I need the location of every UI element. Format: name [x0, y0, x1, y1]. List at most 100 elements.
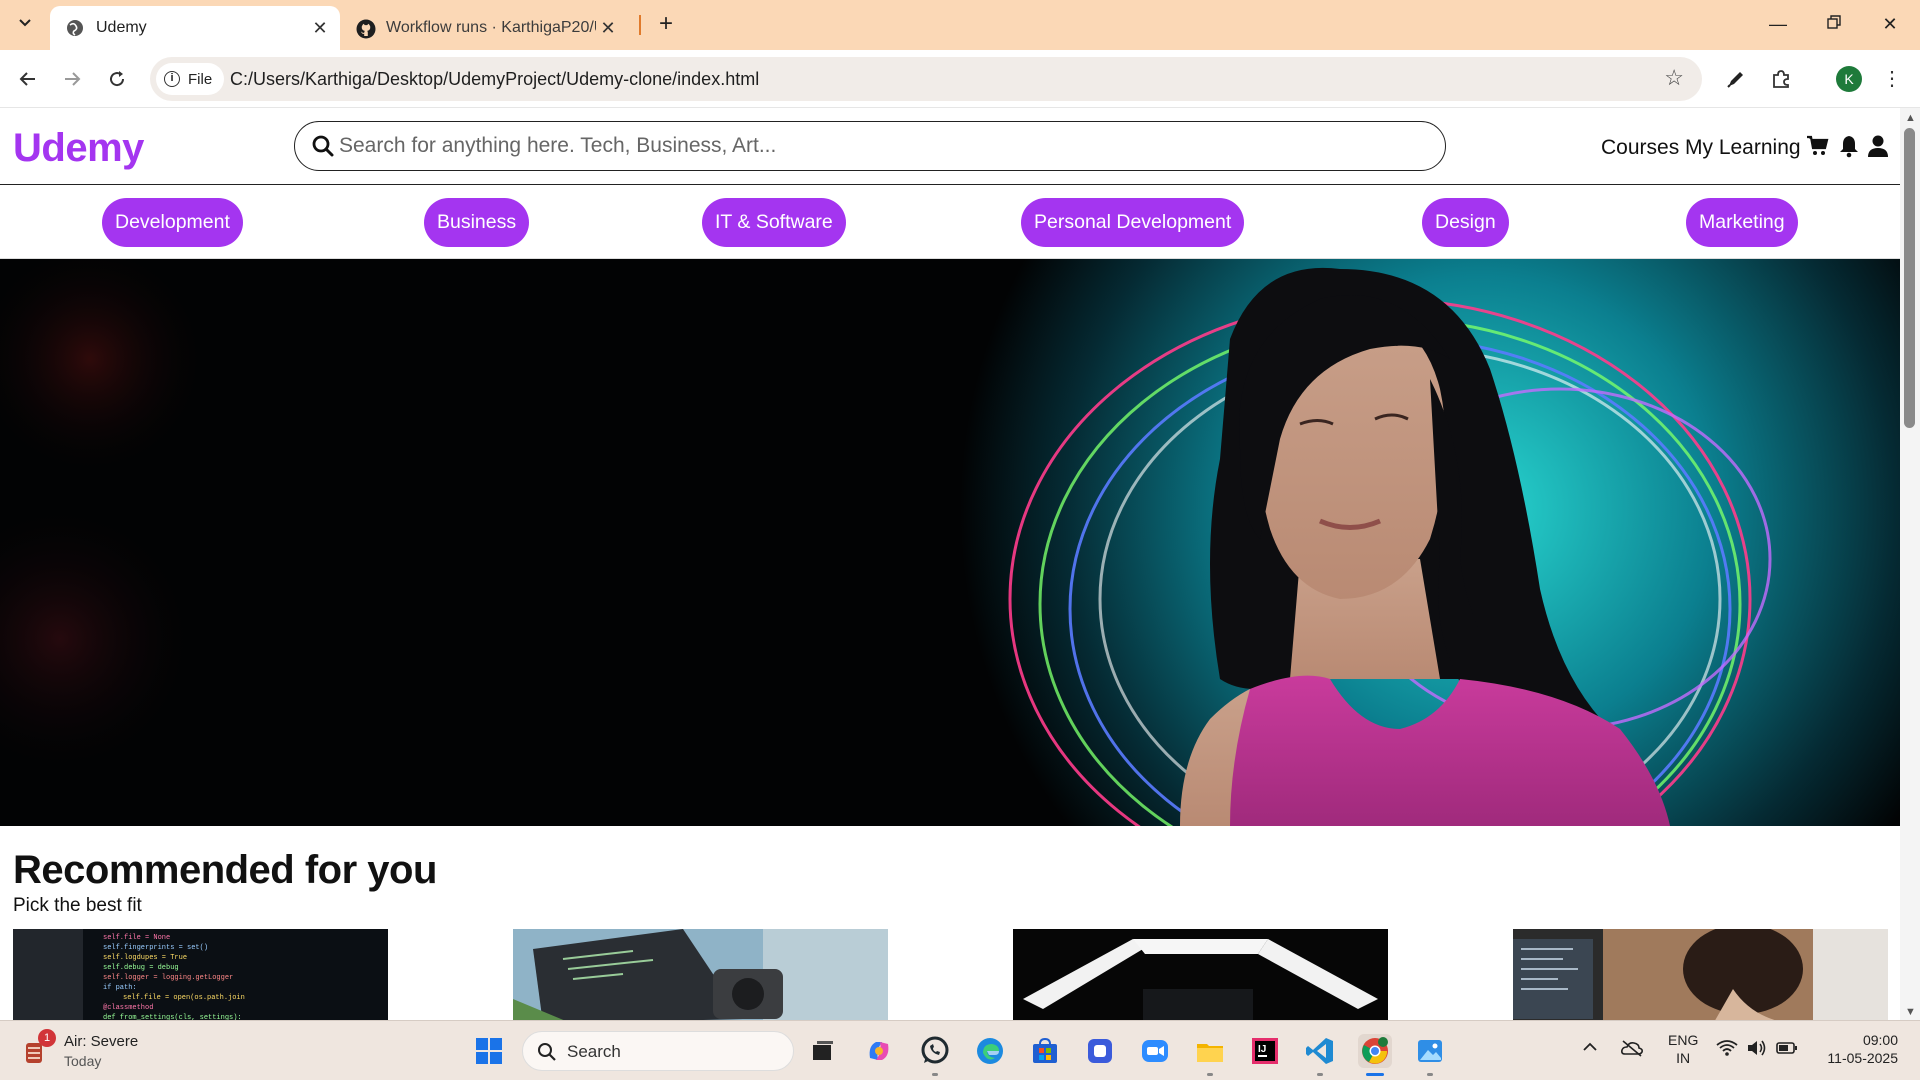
running-indicator [1427, 1073, 1433, 1076]
page-scrollbar[interactable]: ▲ ▼ [1900, 108, 1920, 1020]
tab-title: Udemy [96, 19, 147, 36]
whatsapp-icon[interactable] [918, 1034, 952, 1068]
udemy-logo[interactable]: Udemy [13, 126, 144, 171]
teams-chat-icon[interactable] [1083, 1034, 1117, 1068]
category-marketing[interactable]: Marketing [1686, 198, 1798, 247]
minimize-icon[interactable]: — [1758, 8, 1798, 40]
info-icon: i [164, 71, 180, 87]
bookmark-star-icon[interactable]: ☆ [1664, 65, 1684, 91]
edge-browser-icon[interactable] [973, 1034, 1007, 1068]
running-indicator [932, 1073, 938, 1076]
pen-tool-icon[interactable] [1721, 64, 1751, 94]
user-profile-icon[interactable] [1867, 134, 1891, 158]
running-indicator [1207, 1073, 1213, 1076]
course-card-image[interactable] [1513, 929, 1888, 1020]
page-viewport: Udemy Courses My Learning Development Bu… [0, 108, 1900, 1020]
microsoft-store-icon[interactable] [1028, 1034, 1062, 1068]
windows-start-icon[interactable] [472, 1034, 506, 1068]
close-window-icon[interactable]: ✕ [1870, 8, 1910, 40]
svg-text:@classmethod: @classmethod [103, 1004, 153, 1012]
recommended-subtitle: Pick the best fit [13, 895, 142, 916]
cart-icon[interactable] [1806, 134, 1830, 158]
site-header: Udemy Courses My Learning [0, 108, 1900, 185]
search-icon [537, 1042, 557, 1067]
search-icon [311, 134, 335, 158]
site-search-box[interactable] [294, 121, 1446, 171]
svg-text:IJ: IJ [1258, 1044, 1266, 1055]
tab-separator [639, 15, 641, 35]
category-personal-development[interactable]: Personal Development [1021, 198, 1245, 247]
category-bar: Development Business IT & Software Perso… [0, 186, 1900, 259]
category-design[interactable]: Design [1422, 198, 1509, 247]
scroll-down-arrow-icon[interactable]: ▼ [1905, 1006, 1916, 1018]
wifi-icon[interactable] [1716, 1039, 1738, 1062]
weather-subtitle: Today [64, 1053, 102, 1069]
hero-banner-image [0, 259, 1900, 826]
site-search-input[interactable] [339, 128, 1419, 164]
restore-icon[interactable] [1814, 8, 1854, 40]
svg-text:self.logdupes = True: self.logdupes = True [103, 954, 187, 962]
notification-bell-icon[interactable] [1838, 134, 1862, 158]
volume-icon[interactable] [1746, 1039, 1768, 1062]
photos-app-icon[interactable] [1413, 1034, 1447, 1068]
intellij-idea-icon[interactable]: IJ [1248, 1034, 1282, 1068]
taskbar-search-label: Search [567, 1042, 621, 1061]
address-bar[interactable]: i File C:/Users/Karthiga/Desktop/UdemyPr… [150, 57, 1702, 101]
file-explorer-icon[interactable] [1193, 1034, 1227, 1068]
back-arrow-icon[interactable] [12, 63, 44, 95]
github-icon [356, 19, 376, 39]
chrome-icon[interactable] [1358, 1034, 1392, 1068]
svg-text:self.file = None: self.file = None [103, 934, 170, 942]
svg-text:if path:: if path: [103, 984, 137, 992]
task-view-icon[interactable] [806, 1034, 840, 1068]
svg-text:self.fingerprints = set(): self.fingerprints = set() [103, 944, 208, 952]
svg-text:self.file = open(os.path.join: self.file = open(os.path.join [123, 994, 245, 1002]
tab-title: Workflow runs · KarthigaP20/Ud [386, 19, 596, 36]
nav-courses-link[interactable]: Courses [1601, 136, 1679, 160]
svg-text:self.debug = debug: self.debug = debug [103, 964, 179, 972]
copilot-icon[interactable] [862, 1034, 896, 1068]
running-indicator [1317, 1073, 1323, 1076]
tab-workflow-runs[interactable]: Workflow runs · KarthigaP20/Ud ✕ [348, 6, 628, 50]
browser-tab-strip: Udemy ✕ Workflow runs · KarthigaP20/Ud ✕… [0, 0, 1920, 50]
site-info-label: File [188, 70, 213, 88]
clock-date: 11-05-2025 [1827, 1050, 1898, 1066]
forward-arrow-icon[interactable] [56, 63, 88, 95]
browser-toolbar: i File C:/Users/Karthiga/Desktop/UdemyPr… [0, 50, 1920, 108]
profile-avatar[interactable]: K [1836, 66, 1862, 92]
system-clock[interactable]: 09:00 11-05-2025 [1818, 1031, 1898, 1067]
input-language-indicator[interactable]: ENG IN [1668, 1031, 1698, 1067]
tab-close-icon[interactable]: ✕ [308, 18, 332, 39]
vscode-icon[interactable] [1303, 1034, 1337, 1068]
browser-menu-kebab-icon[interactable]: ⋮ [1877, 64, 1907, 94]
url-text[interactable]: C:/Users/Karthiga/Desktop/UdemyProject/U… [230, 57, 759, 101]
nav-my-learning-link[interactable]: My Learning [1685, 136, 1801, 160]
site-info-chip[interactable]: i File [156, 63, 225, 95]
language-line-1: ENG [1668, 1032, 1699, 1048]
language-line-2: IN [1676, 1050, 1691, 1066]
clock-time: 09:00 [1862, 1032, 1898, 1048]
tab-search-chevron-icon[interactable] [14, 12, 36, 34]
active-app-indicator [1366, 1073, 1384, 1076]
tab-udemy[interactable]: Udemy ✕ [50, 6, 340, 50]
category-it-software[interactable]: IT & Software [702, 198, 846, 247]
course-card-image[interactable] [513, 929, 888, 1020]
scroll-up-arrow-icon[interactable]: ▲ [1905, 112, 1916, 124]
globe-icon [66, 19, 84, 37]
recommended-heading: Recommended for you [13, 848, 437, 892]
tab-close-icon[interactable]: ✕ [596, 18, 620, 39]
show-hidden-icons-chevron-icon[interactable] [1582, 1039, 1598, 1060]
category-business[interactable]: Business [424, 198, 530, 247]
battery-icon[interactable] [1776, 1039, 1798, 1062]
course-card-image[interactable]: self.file = None self.fingerprints = set… [13, 929, 388, 1020]
scrollbar-thumb[interactable] [1904, 128, 1915, 428]
category-development[interactable]: Development [102, 198, 243, 247]
course-card-image[interactable] [1013, 929, 1388, 1020]
taskbar-search-box[interactable]: Search [522, 1031, 794, 1071]
reload-icon[interactable] [101, 63, 133, 95]
zoom-icon[interactable] [1138, 1034, 1172, 1068]
new-tab-plus-icon[interactable]: + [652, 10, 680, 38]
onedrive-offline-icon[interactable] [1620, 1039, 1644, 1062]
svg-text:self.logger = logging.getLogge: self.logger = logging.getLogger [103, 974, 233, 982]
extensions-puzzle-icon[interactable] [1766, 64, 1796, 94]
